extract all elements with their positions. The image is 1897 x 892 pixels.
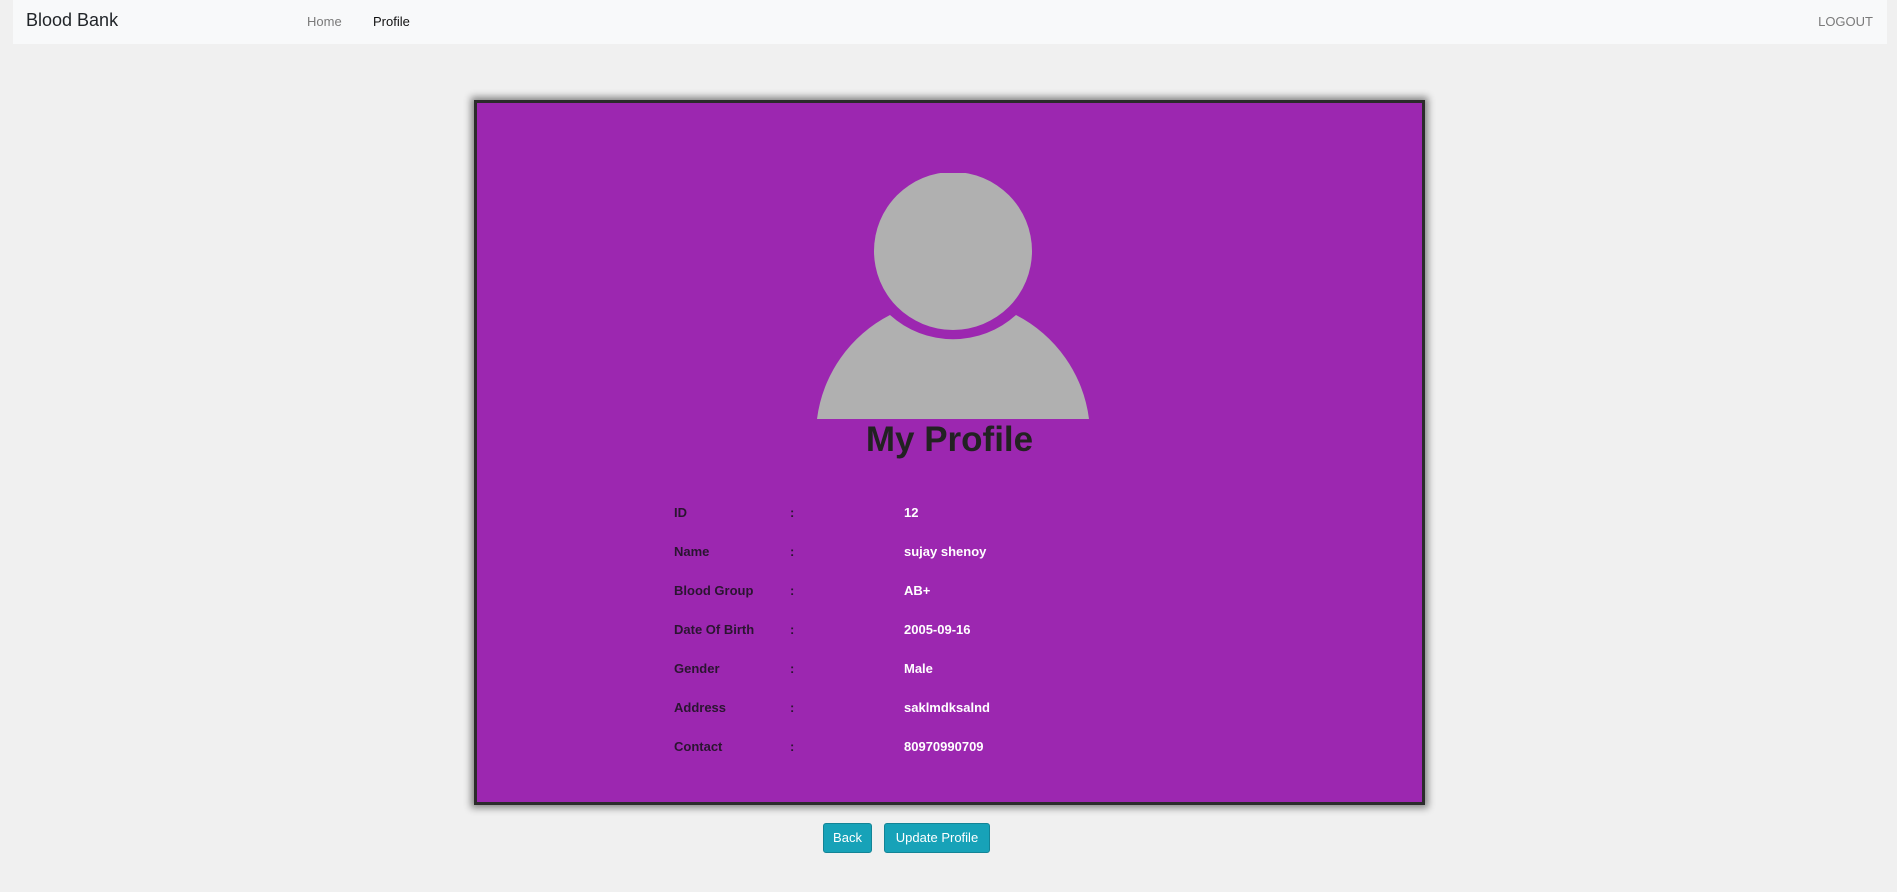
profile-card: My Profile ID : 12 Name : sujay shenoy B… — [474, 100, 1425, 805]
field-value: 12 — [904, 505, 919, 520]
field-separator: : — [790, 661, 795, 676]
logout-link[interactable]: LOGOUT — [1818, 14, 1873, 29]
field-label: Name — [674, 544, 710, 559]
field-separator: : — [790, 505, 795, 520]
profile-row-name: Name : sujay shenoy — [674, 544, 1174, 564]
field-value: sujay shenoy — [904, 544, 987, 559]
field-separator: : — [790, 583, 795, 598]
field-label: Address — [674, 700, 727, 715]
field-label: Contact — [674, 739, 723, 754]
profile-row-blood-group: Blood Group : AB+ — [674, 583, 1174, 603]
field-label: Blood Group — [674, 583, 754, 598]
update-profile-button[interactable]: Update Profile — [884, 823, 990, 853]
profile-row-contact: Contact : 80970990709 — [674, 739, 1174, 759]
profile-row-date-of-birth: Date Of Birth : 2005-09-16 — [674, 622, 1174, 642]
field-separator: : — [790, 739, 795, 754]
field-value: Male — [904, 661, 933, 676]
field-value: AB+ — [904, 583, 931, 598]
field-label: Date Of Birth — [674, 622, 755, 637]
user-avatar-icon — [817, 173, 1089, 419]
profile-row-gender: Gender : Male — [674, 661, 1174, 681]
field-label: ID — [674, 505, 687, 520]
profile-row-id: ID : 12 — [674, 505, 1174, 525]
field-value: 80970990709 — [904, 739, 984, 754]
field-separator: : — [790, 622, 795, 637]
field-value: saklmdksalnd — [904, 700, 990, 715]
back-button[interactable]: Back — [823, 823, 872, 853]
top-navbar: Blood Bank Home Profile LOGOUT — [13, 0, 1887, 44]
profile-row-address: Address : saklmdksalnd — [674, 700, 1174, 720]
field-separator: : — [790, 544, 795, 559]
field-label: Gender — [674, 661, 720, 676]
field-value: 2005-09-16 — [904, 622, 971, 637]
field-separator: : — [790, 700, 795, 715]
page-title: My Profile — [865, 420, 1034, 459]
brand-link[interactable]: Blood Bank — [26, 10, 118, 31]
nav-home-link[interactable]: Home — [307, 14, 342, 29]
nav-profile-link[interactable]: Profile — [373, 14, 410, 29]
